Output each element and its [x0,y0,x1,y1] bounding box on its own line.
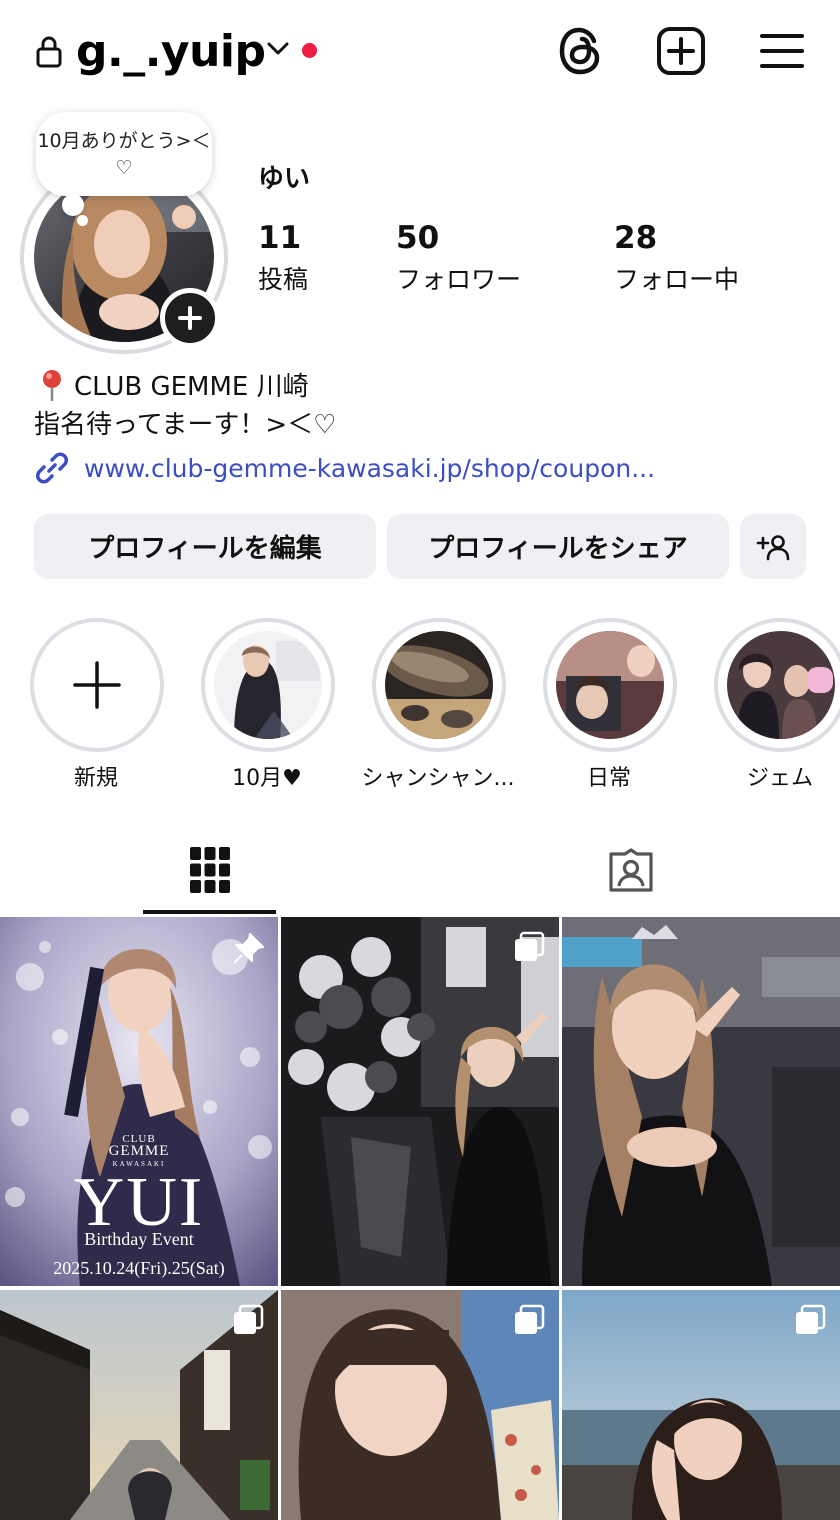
bio-link[interactable]: www.club-gemme-kawasaki.jp/shop/coupon..… [34,450,655,486]
notification-dot [302,43,317,58]
stat-posts-label: 投稿 [258,265,309,294]
create-button[interactable] [654,24,708,78]
post-club-name: GEMME [108,1143,170,1159]
highlight-label: ジェム [746,766,813,791]
tab-tagged[interactable] [564,838,697,902]
bio-link-text[interactable]: www.club-gemme-kawasaki.jp/shop/coupon..… [84,454,655,483]
share-profile-button[interactable]: プロフィールをシェア [387,514,729,579]
discover-people-button[interactable] [740,514,806,579]
post-image [281,917,559,1286]
post-tile[interactable] [562,917,840,1286]
post-image [562,917,840,1286]
highlight-label: 日常 [586,766,631,791]
tab-posts-grid[interactable] [143,838,276,902]
highlight-new[interactable] [30,618,164,752]
lock-icon [36,36,62,68]
active-tab-indicator [143,910,276,914]
link-icon [36,452,68,484]
highlight-label: 10月♥ [232,766,302,791]
top-bar: g._.yuip [0,0,840,105]
highlight-cover [385,631,493,739]
note-tail-large [62,194,84,216]
stat-followers-value: 50 [396,220,440,256]
post-date: 2025.10.24(Fri).25(Sat) [53,1258,225,1278]
multiple-images-icon [234,1304,264,1334]
highlight-item[interactable] [201,618,335,752]
edit-profile-button[interactable]: プロフィールを編集 [34,514,376,579]
menu-button[interactable] [756,28,808,74]
highlight-item[interactable] [714,618,840,752]
pin-icon [233,933,264,964]
hamburger-menu-icon [760,34,804,68]
highlight-label: シャンシャン... [361,766,515,791]
bio-location: CLUB GEMME 川崎 [36,366,309,403]
plus-icon [178,306,202,330]
multiple-images-icon [796,1304,826,1334]
stat-followers-label: フォロワー [396,265,522,294]
highlight-item[interactable] [543,618,677,752]
multiple-images-icon [515,1304,545,1334]
post-tile[interactable] [281,1290,559,1520]
threads-icon [559,27,600,75]
stat-following-label: フォロー中 [614,265,740,294]
chevron-down-icon[interactable] [266,40,290,58]
pin-icon [43,369,61,401]
display-name: ゆい [258,164,311,194]
post-tile[interactable] [0,1290,278,1520]
bio-text: 指名待ってまーす！>＜♡ [34,410,337,440]
bio-location-text: CLUB GEMME 川崎 [74,372,309,402]
account-username[interactable]: g._.yuip [76,26,266,77]
multiple-images-icon [515,931,545,961]
post-subtitle: Birthday Event [84,1229,194,1249]
plus-icon [73,661,121,709]
threads-button[interactable] [554,24,608,78]
add-story-button[interactable] [160,288,220,348]
stat-posts-value: 11 [258,220,302,256]
highlight-cover [214,631,322,739]
highlight-cover [727,631,835,739]
highlight-cover [556,631,664,739]
note-tail-small [77,215,88,226]
post-tile[interactable] [562,1290,840,1520]
add-square-icon [657,27,705,75]
add-person-icon [756,534,790,560]
post-tile[interactable] [281,917,559,1286]
grid-icon [189,847,230,893]
post-tile[interactable]: CLUB GEMME KAWASAKI YUI Birthday Event 2… [0,917,278,1286]
highlight-label: 新規 [73,766,118,791]
stat-following-value: 28 [614,220,658,256]
tagged-person-icon [608,848,653,892]
highlight-item[interactable] [372,618,506,752]
note-bubble[interactable]: 10月ありがとう>＜♡ [36,112,212,196]
